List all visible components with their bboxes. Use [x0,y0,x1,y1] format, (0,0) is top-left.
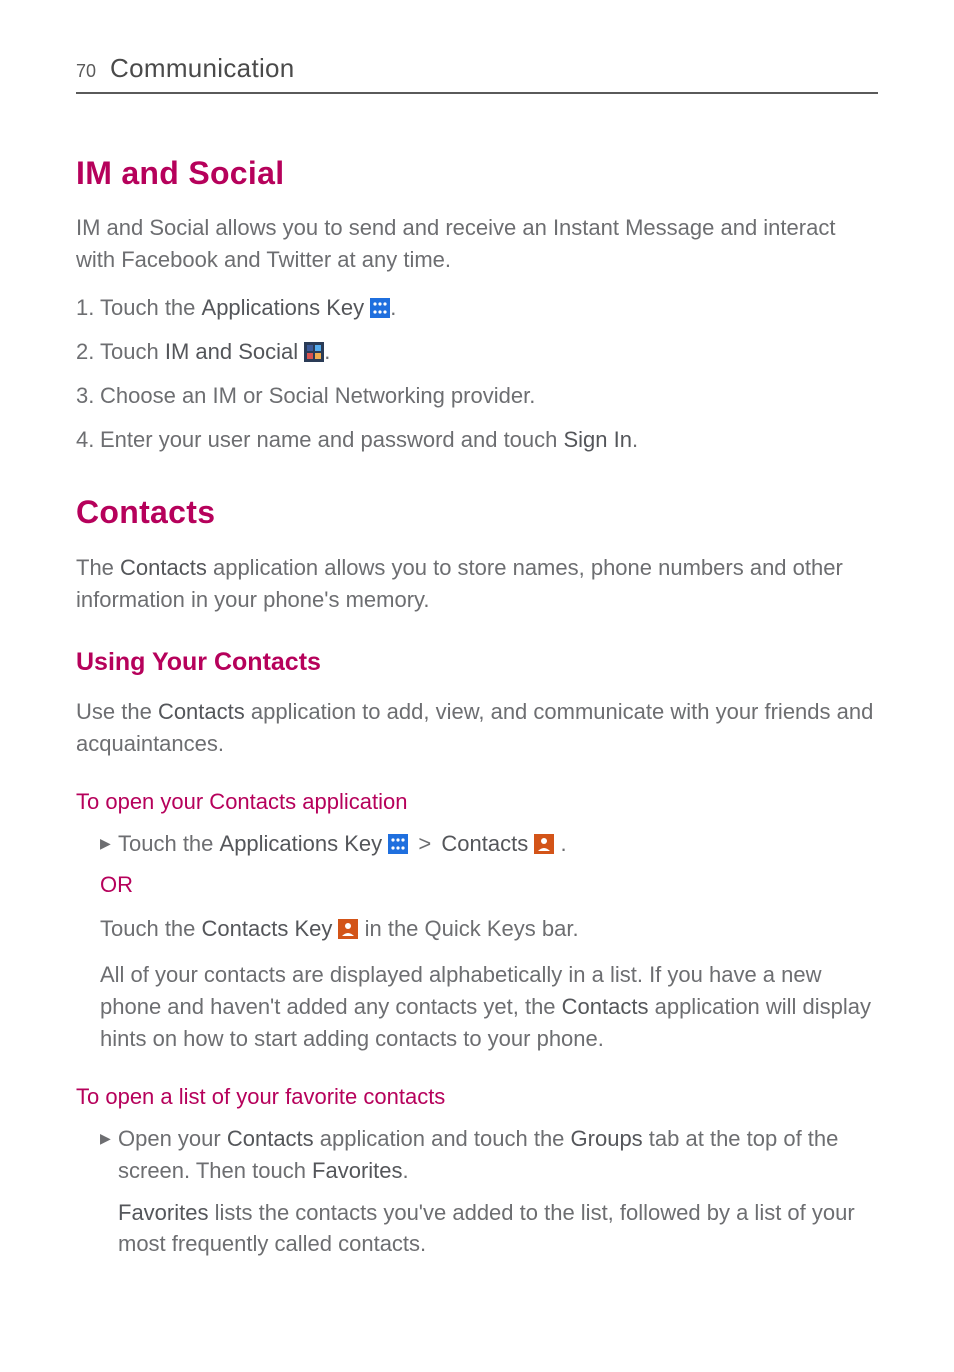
text-fragment: . [403,1158,409,1183]
text-fragment: application and touch the [314,1126,571,1151]
text-fragment: Open your [118,1126,227,1151]
step-text: Touch the Applications Key . [100,292,878,324]
apps-grid-icon [388,834,408,854]
bullet-text: Open your Contacts application and touch… [118,1123,878,1187]
step-text: Touch IM and Social . [100,336,878,368]
text-fragment: lists the contacts you've added to the l… [118,1200,855,1257]
list-item: ▶ Open your Contacts application and tou… [100,1123,878,1187]
ui-term: Applications Key [220,831,383,856]
step-number: 4. [76,424,100,456]
ui-term: Contacts [562,994,649,1019]
heading-using-contacts: Using Your Contacts [76,644,878,680]
text-fragment: in the Quick Keys bar. [358,916,578,941]
text-fragment: . [632,427,638,452]
text-fragment: Enter your user name and password and to… [100,427,564,452]
step-number: 2. [76,336,100,368]
using-contacts-text: Use the Contacts application to add, vie… [76,696,878,760]
list-item: 3. Choose an IM or Social Networking pro… [76,380,878,412]
heading-favorite-contacts: To open a list of your favorite contacts [76,1081,878,1113]
contacts-alpha-note: All of your contacts are displayed alpha… [76,959,878,1055]
page-number: 70 [76,58,96,84]
im-steps-list: 1. Touch the Applications Key . 2. Touch… [76,292,878,456]
ui-term: Contacts [441,831,528,856]
list-item: ▶ Touch the Applications Key > Contacts … [100,828,878,860]
heading-im-and-social: IM and Social [76,150,878,196]
heading-contacts: Contacts [76,489,878,535]
ui-term: Contacts Key [202,916,333,941]
ui-term: Sign In [564,427,633,452]
list-item: 2. Touch IM and Social . [76,336,878,368]
ui-term: Favorites [118,1200,208,1225]
contacts-intro: The Contacts application allows you to s… [76,552,878,616]
contacts-icon [338,919,358,939]
triangle-bullet-icon: ▶ [100,1123,118,1187]
separator-gt: > [408,831,441,856]
ui-term: Contacts [227,1126,314,1151]
bullet-block: ▶ Touch the Applications Key > Contacts … [76,828,878,860]
text-fragment: Use the [76,699,158,724]
apps-grid-icon [370,298,390,318]
ui-term: Favorites [312,1158,402,1183]
list-item: 1. Touch the Applications Key . [76,292,878,324]
bullet-block: ▶ Open your Contacts application and tou… [76,1123,878,1187]
favorites-description: Favorites lists the contacts you've adde… [76,1197,878,1261]
or-separator: OR [76,869,878,901]
text-fragment: . [554,831,566,856]
chapter-title: Communication [110,50,295,88]
im-intro: IM and Social allows you to send and rec… [76,212,878,276]
ui-term: Contacts [120,555,207,580]
text-fragment: Touch the [118,831,220,856]
heading-open-contacts: To open your Contacts application [76,786,878,818]
list-item: 4. Enter your user name and password and… [76,424,878,456]
bullet-text: Touch the Applications Key > Contacts . [118,828,878,860]
step-text: Choose an IM or Social Networking provid… [100,380,878,412]
ui-term: Applications Key [202,295,365,320]
triangle-bullet-icon: ▶ [100,828,118,860]
text-fragment: Touch the [100,916,202,941]
step-text: Enter your user name and password and to… [100,424,878,456]
ui-term: IM and Social [165,339,298,364]
text-fragment: The [76,555,120,580]
document-page: 70 Communication IM and Social IM and So… [0,0,954,1334]
contacts-icon [534,834,554,854]
im-social-icon [304,342,324,362]
page-header: 70 Communication [76,50,878,94]
text-fragment: Touch the [100,295,202,320]
open-contacts-alt: Touch the Contacts Key in the Quick Keys… [76,913,878,945]
ui-term: Contacts [158,699,245,724]
ui-term: Groups [571,1126,643,1151]
text-fragment: Touch [100,339,165,364]
step-number: 3. [76,380,100,412]
step-number: 1. [76,292,100,324]
